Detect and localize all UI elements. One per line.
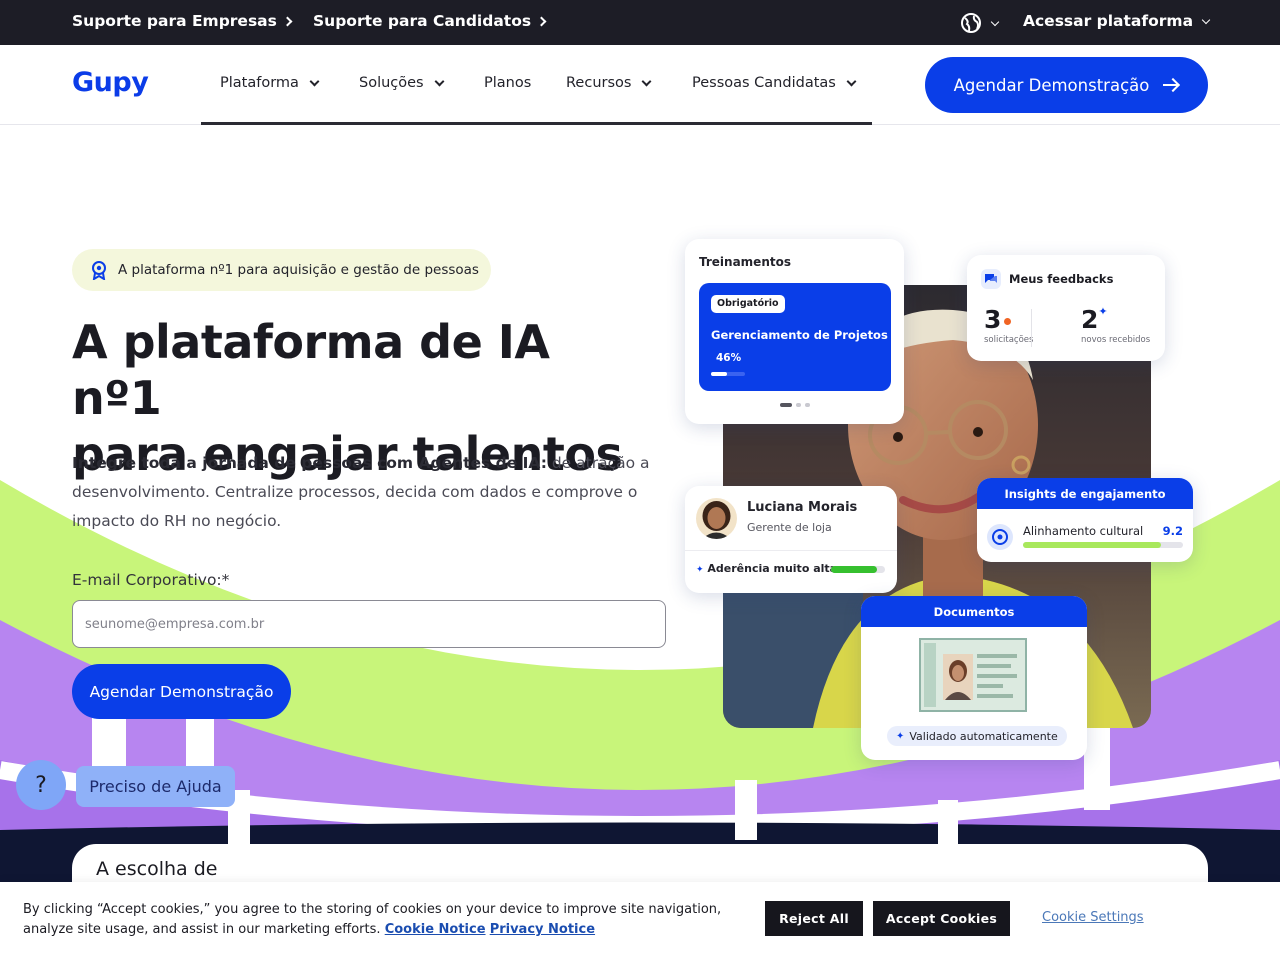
training-progress-fill <box>711 372 727 376</box>
award-icon <box>92 261 106 280</box>
chevron-down-icon <box>642 76 652 86</box>
insights-title: Insights de engajamento <box>977 478 1193 509</box>
main-navigation: Gupy Plataforma Soluções Planos Recursos… <box>0 45 1280 125</box>
nav-item-planos[interactable]: Planos <box>484 75 531 91</box>
nav-item-pessoas-candidatas[interactable]: Pessoas Candidatas <box>692 75 857 91</box>
training-card-title: Treinamentos <box>699 255 791 269</box>
privacy-notice-link[interactable]: Privacy Notice <box>490 922 595 937</box>
feedback-received-count: 2✦ <box>1081 305 1108 334</box>
feedback-received-label: novos recebidos <box>1081 335 1151 345</box>
arrow-right-icon <box>1163 78 1179 92</box>
cookie-banner: By clicking “Accept cookies,” you agree … <box>0 882 1280 960</box>
engagement-insights-card: Insights de engajamento Alinhamento cult… <box>977 478 1193 562</box>
candidate-role: Gerente de loja <box>747 521 832 534</box>
gupy-logo[interactable]: Gupy <box>72 67 149 98</box>
chat-icon <box>981 269 1001 289</box>
id-document-image <box>919 638 1027 712</box>
training-progress-label: 46% <box>716 352 742 364</box>
sparkle-icon: ✦ <box>696 565 704 575</box>
feedback-requests-count: 3 <box>984 305 1012 334</box>
hero-badge-text: A plataforma nº1 para aquisição e gestão… <box>118 262 479 278</box>
candidate-name: Luciana Morais <box>747 500 858 515</box>
support-companies-link[interactable]: Suporte para Empresas <box>72 12 293 30</box>
nav-item-plataforma[interactable]: Plataforma <box>220 75 320 91</box>
feedback-received-value: 2 <box>1081 305 1099 334</box>
language-selector[interactable] <box>960 12 1000 34</box>
nav-item-label: Recursos <box>566 75 632 91</box>
hero-schedule-demo-button[interactable]: Agendar Demonstração <box>72 664 291 719</box>
nav-item-label: Planos <box>484 75 532 91</box>
hero-title-line1: A plataforma de IA nº1 <box>72 315 550 425</box>
chevron-down-icon <box>434 76 445 86</box>
nav-item-recursos[interactable]: Recursos <box>566 75 652 91</box>
cookie-banner-text: By clicking “Accept cookies,” you agree … <box>23 900 763 940</box>
trusted-by-heading: A escolha de <box>96 858 218 880</box>
cookie-settings-link[interactable]: Cookie Settings <box>1042 910 1144 925</box>
validated-badge: ✦ Validado automaticamente <box>887 726 1067 746</box>
adherence-text: Aderência muito alta <box>707 562 838 575</box>
schedule-demo-label: Agendar Demonstração <box>953 75 1150 95</box>
hero-badge: A plataforma nº1 para aquisição e gestão… <box>72 249 491 291</box>
email-field-label: E-mail Corporativo:* <box>72 571 230 589</box>
feedbacks-divider <box>1031 309 1032 347</box>
training-card: Treinamentos Obrigatório Gerenciamento d… <box>685 239 904 424</box>
adherence-bar-fill <box>831 566 877 573</box>
chevron-down-icon <box>309 76 320 86</box>
insight-metric-label: Alinhamento cultural <box>1023 524 1144 538</box>
notification-dot-icon <box>1004 317 1012 325</box>
documents-card: Documentos ✦ Validado automaticamente <box>861 596 1087 760</box>
training-progress-bar <box>711 372 745 376</box>
globe-icon <box>961 13 981 33</box>
chevron-down-icon <box>990 17 1000 26</box>
feedbacks-title: Meus feedbacks <box>1009 272 1114 286</box>
email-field[interactable] <box>72 600 666 648</box>
validated-text: Validado automaticamente <box>909 729 1058 743</box>
feedback-requests-label: solicitações <box>984 335 1034 345</box>
top-support-bar: Suporte para Empresas Suporte para Candi… <box>0 0 1280 45</box>
chevron-right-icon <box>536 16 547 27</box>
card-divider <box>685 550 897 551</box>
adherence-bar <box>831 566 885 573</box>
sparkle-icon: ✦ <box>896 730 905 742</box>
support-candidates-link[interactable]: Suporte para Candidatos <box>313 12 547 30</box>
nav-item-label: Pessoas Candidatas <box>692 75 836 91</box>
avatar <box>696 498 737 539</box>
nav-item-label: Plataforma <box>220 75 299 91</box>
nav-item-solucoes[interactable]: Soluções <box>359 75 445 91</box>
feedbacks-card: Meus feedbacks 3 solicitações 2✦ novos r… <box>967 255 1165 361</box>
reject-all-button[interactable]: Reject All <box>765 901 863 936</box>
feedback-requests-value: 3 <box>984 305 1002 334</box>
schedule-demo-button[interactable]: Agendar Demonstração <box>925 57 1208 113</box>
cookie-message: By clicking “Accept cookies,” you agree … <box>23 902 722 937</box>
support-candidates-label: Suporte para Candidatos <box>313 12 532 30</box>
insight-row: Alinhamento cultural 9.2 <box>987 522 1183 552</box>
question-mark-icon: ? <box>35 772 47 798</box>
insight-bar-fill <box>1023 542 1161 548</box>
hero-description: Integre toda a jornada de pessoas com Ag… <box>72 449 652 536</box>
help-button[interactable]: ? <box>16 760 66 810</box>
candidate-profile-card: Luciana Morais Gerente de loja ✦ Aderênc… <box>685 486 897 593</box>
chevron-down-icon <box>1201 15 1211 24</box>
insight-bar <box>1023 542 1183 548</box>
help-label-button[interactable]: Preciso de Ajuda <box>76 766 235 807</box>
training-course-panel: Obrigatório Gerenciamento de Projetos 46… <box>699 283 891 391</box>
insight-metric-value: 9.2 <box>1162 524 1183 538</box>
target-icon <box>987 524 1013 550</box>
mandatory-tag: Obrigatório <box>711 295 785 313</box>
hero-description-bold: Integre toda a jornada de pessoas com Ag… <box>72 454 547 472</box>
documents-title: Documentos <box>861 596 1087 627</box>
access-platform-menu[interactable]: Acessar plataforma <box>1023 12 1211 30</box>
sparkle-icon: ✦ <box>1098 305 1108 318</box>
chevron-right-icon <box>282 16 293 27</box>
access-platform-label: Acessar plataforma <box>1023 12 1194 30</box>
accept-cookies-button[interactable]: Accept Cookies <box>873 901 1010 936</box>
nav-active-underline <box>201 122 872 125</box>
nav-item-label: Soluções <box>359 75 424 91</box>
adherence-label: ✦ Aderência muito alta <box>696 562 837 575</box>
training-course-name: Gerenciamento de Projetos <box>711 328 888 342</box>
carousel-dots <box>780 403 810 407</box>
chevron-down-icon <box>846 76 857 86</box>
support-companies-label: Suporte para Empresas <box>72 12 277 30</box>
cookie-notice-link[interactable]: Cookie Notice <box>385 922 486 937</box>
